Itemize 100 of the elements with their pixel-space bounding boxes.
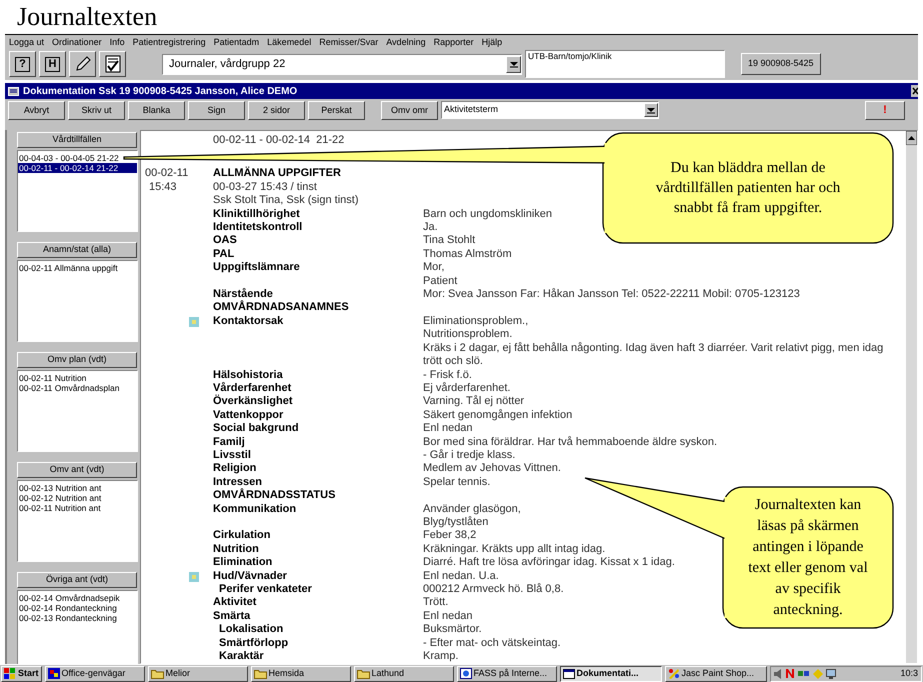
field-value: Säkert genomgången infektion (423, 408, 572, 422)
journal-dropdown[interactable]: Journaler, vårdgrupp 22 (162, 54, 522, 74)
patient-id-button[interactable]: 19 900908-5425 (741, 53, 821, 75)
field-value: Buksmärtor. (423, 623, 482, 637)
panel-button[interactable]: Vårdtillfällen (17, 132, 137, 148)
field-value: Kräkningar. Kräkts upp allt intag idag. (423, 542, 606, 556)
field-label: Kliniktillhörighet (213, 208, 300, 220)
menu-item[interactable]: Info (110, 36, 125, 48)
toolbar-button[interactable]: Skriv ut (68, 101, 125, 120)
menu-item[interactable]: Läkemedel (267, 36, 312, 48)
menu-item[interactable]: Patientadm (214, 36, 260, 48)
field-label: Hud/Vävnader (213, 570, 287, 582)
field-label: Överkänslighet (213, 395, 292, 408)
taskbar-button[interactable]: Office-genvägar (44, 666, 145, 682)
pencil-button[interactable] (69, 51, 96, 77)
scrollbar[interactable] (906, 131, 917, 663)
area-button[interactable]: Omv omr (381, 101, 438, 120)
field-value: Varning. Tål ej nötter (423, 395, 524, 409)
term-dropdown[interactable]: Aktivitetsterm (441, 101, 659, 119)
checklist-icon (104, 54, 122, 74)
field-value: - Går i tredje klass. (423, 448, 516, 462)
field-label: Familj (213, 436, 245, 448)
menu-item[interactable]: Hjälp (482, 36, 502, 48)
letter-n-icon (784, 668, 795, 679)
folder-icon (150, 668, 164, 678)
field-label: Karaktär (219, 650, 264, 662)
list-item[interactable]: 00-04-03 - 00-04-05 21-22 (18, 153, 137, 163)
menu-item[interactable]: Patientregistrering (132, 36, 206, 48)
toolbar-button[interactable]: Perskat (308, 101, 365, 120)
list-item[interactable]: 00-02-11 Allmänna uppgift (18, 263, 137, 273)
field-label: Elimination (213, 556, 272, 568)
note-meta: Ssk Stolt Tina, Ssk (sign tinst) (213, 194, 358, 206)
window-title: Dokumentation Ssk 19 900908-5425 Jansson, Alice DEMO (23, 84, 298, 98)
list-item[interactable]: 00-02-13 Nutrition ant (18, 483, 137, 493)
list-item[interactable]: 00-02-11 Nutrition ant (18, 503, 137, 513)
note-marker-icon[interactable] (189, 316, 199, 327)
field-label: Närstående (213, 288, 273, 300)
field-label: Vårderfarenhet (213, 382, 292, 394)
field-value: Blyg/tystlåten (423, 516, 488, 530)
field-value: Enl nedan. U.a. (423, 570, 499, 583)
window-icon (562, 668, 575, 678)
clock: 10:3 (900, 666, 918, 680)
field-value: Spelar tennis. (423, 476, 490, 490)
field-value: 000212 Armveck hö. Blå 0,8. (423, 583, 564, 596)
field-label: Lokalisation (219, 623, 284, 636)
close-icon[interactable] (911, 85, 918, 97)
taskbar-button[interactable]: Jasc Paint Shop... (664, 666, 767, 682)
field-value: Patient (423, 274, 458, 288)
panel-button[interactable]: Övriga ant (vdt) (17, 572, 137, 588)
toolbar-button[interactable]: ? (9, 51, 36, 77)
menu-item[interactable]: Remisser/Svar (319, 36, 378, 48)
field-value: Medlem av Jehovas Vittnen. (423, 462, 561, 476)
taskbar-button[interactable]: Hemsida (250, 666, 351, 682)
list-item[interactable]: 00-02-11 Omvårdnadsplan (18, 383, 137, 393)
folder-icon (356, 668, 370, 678)
period-text: 00-02-11 - 00-02-14 21-22 (213, 134, 344, 146)
list-item[interactable]: 00-02-12 Nutrition ant (18, 493, 137, 503)
toolbar-button[interactable]: Sign (188, 101, 245, 120)
field-label: Smärtförlopp (219, 636, 288, 649)
taskbar-button[interactable]: Lathund (354, 666, 454, 682)
toolbar-button[interactable]: Avbryt (8, 101, 65, 120)
section-heading: OMVÅRDNADSANAMNES (213, 301, 349, 314)
taskbar-button[interactable]: Dokumentati... (560, 666, 662, 682)
menu-item[interactable]: Avdelning (386, 36, 426, 48)
taskbar-button[interactable]: Melior (148, 666, 248, 682)
checklist-button[interactable] (99, 51, 126, 77)
panel-button[interactable]: Anamn/stat (alla) (17, 242, 137, 258)
menu-item[interactable]: Rapporter (434, 36, 474, 48)
field-label: Kontaktorsak (213, 314, 284, 327)
list-item[interactable]: 00-02-13 Rondanteckning (18, 613, 137, 623)
pencil-icon (74, 55, 92, 73)
start-button[interactable]: Start (1, 666, 42, 682)
list-item[interactable]: 00-02-14 Omvårdnadsepik (18, 593, 137, 603)
toolbar-button[interactable]: 2 sidor (248, 101, 305, 120)
field-value: Trött. (423, 596, 448, 610)
toolbar-button[interactable]: Blanka (128, 101, 185, 120)
field-label: Livsstil (213, 448, 251, 461)
toolbar-button[interactable]: H (39, 51, 66, 77)
field-label: Identitetskontroll (213, 221, 302, 234)
scroll-up-icon[interactable] (906, 131, 917, 145)
speaker-icon (774, 668, 782, 678)
list-item[interactable]: 00-02-14 Rondanteckning (18, 603, 137, 613)
browser-icon (460, 668, 472, 679)
menu-item[interactable]: Logga ut (9, 36, 44, 48)
field-value: Barn och ungdomskliniken (423, 208, 552, 222)
monitor-icon (826, 668, 836, 678)
field-label: Smärta (213, 610, 250, 622)
field-label: PAL (213, 248, 234, 260)
taskbar-button[interactable]: FASS på Interne... (456, 666, 557, 682)
panel-button[interactable]: Omv plan (vdt) (17, 352, 137, 368)
page-heading: Journaltexten (16, 1, 158, 33)
note-title: ALLMÄNNA UPPGIFTER (213, 167, 341, 180)
panel-button[interactable]: Omv ant (vdt) (17, 462, 137, 478)
list-item[interactable]: 00-02-11 Nutrition (18, 373, 137, 383)
field-value: Kramp. (423, 650, 458, 663)
note-marker-icon[interactable] (189, 572, 199, 582)
diamond-icon (812, 668, 823, 678)
list-item[interactable]: 00-02-11 - 00-02-14 21-22 (18, 163, 137, 173)
window-icon (8, 86, 19, 96)
menu-item[interactable]: Ordinationer (52, 36, 102, 48)
